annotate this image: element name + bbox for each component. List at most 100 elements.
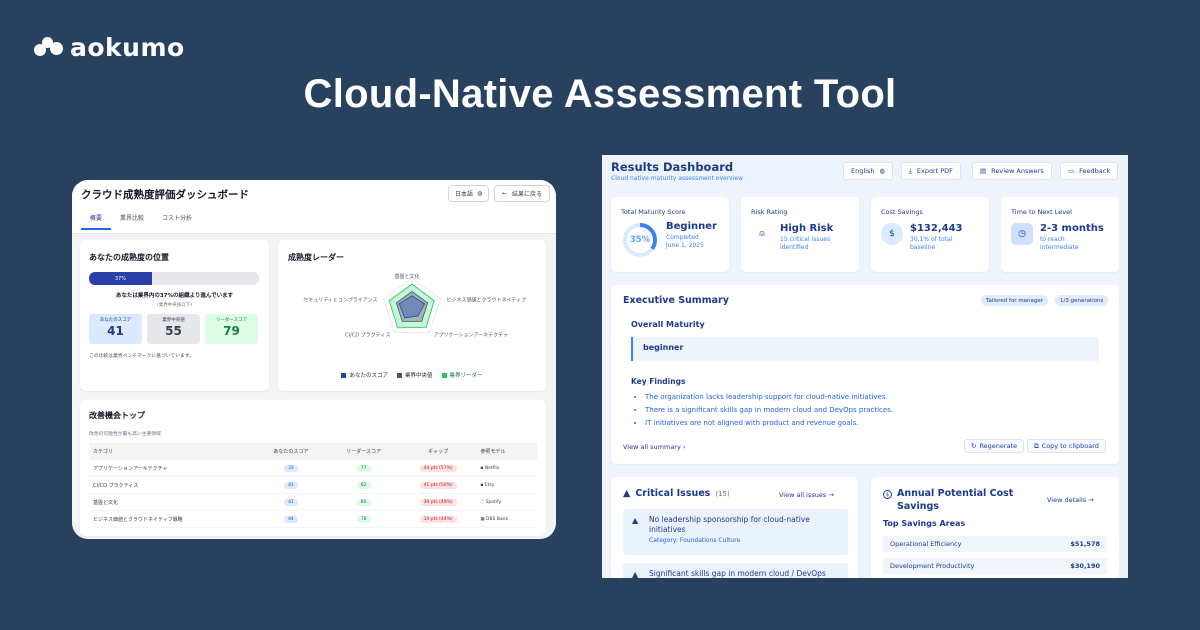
position-note: この比較は業界ベンチマークに基づいています。 [89, 354, 194, 359]
dollar-icon: $ [881, 223, 903, 245]
kpi-desc-line: to reach [1040, 236, 1065, 243]
your-score-chip: 44 [284, 515, 298, 523]
legend-item-industry[interactable]: 業界中央値 [396, 371, 433, 379]
issue-title: No leadership sponsorship for cloud-nati… [649, 515, 810, 534]
kpi-desc: 30.1% of total baseline [910, 236, 963, 253]
leader-score-chip: 82 [356, 481, 371, 489]
kpi-maturity-card: Total Maturity Score 35% Beginner Comple… [611, 197, 729, 272]
leader-score-chip: 78 [356, 515, 371, 523]
jp-back-label: 結果に戻る [512, 191, 543, 198]
score-value: 41 [107, 324, 124, 338]
radar-axis-label: セキュリティとコンプライアンス [303, 298, 377, 304]
kpi-desc-line: 30.1% of total [910, 236, 953, 243]
kpi-desc-line: June 1, 2025 [666, 242, 704, 250]
copy-label: Copy to clipboard [1041, 442, 1099, 450]
kpi-value: $132,443 [910, 223, 963, 234]
reference-icon: ▪ [480, 482, 484, 488]
generations-chip: 1/3 generations [1055, 295, 1109, 306]
radar-axis-label: 基盤と文化 [394, 273, 419, 280]
opportunities-panel: 改善機会トップ 改善の可能性が最も高い主要領域 カテゴリ あなたのスコア リーダ… [80, 400, 546, 536]
annual-savings-panel: $ Annual Potential Cost Savings View det… [871, 477, 1119, 578]
tab-overview[interactable]: 概要 [81, 211, 112, 230]
savings-area-amount: $30,190 [1070, 562, 1100, 570]
your-score-chip: 33 [284, 464, 298, 472]
reference-model: Etsy [484, 482, 495, 488]
savings-area-amount: $51,578 [1070, 540, 1100, 548]
your-score-chip: 41 [284, 498, 298, 506]
critical-issues-panel: ▲ Critical Issues (15) View all issues →… [611, 477, 858, 578]
position-sub: (業界中央値以下) [156, 303, 192, 308]
radar-title: 成熟度レーダー [288, 253, 344, 262]
kpi-time-card: Time to Next Level ◷ 2-3 months to reach… [1001, 197, 1119, 272]
jp-back-button[interactable]: ← 結果に戻る [494, 185, 551, 202]
feedback-button[interactable]: ▭ Feedback [1060, 162, 1119, 180]
table-row: 基盤と文化 41 80 39 pts (49%) ◌ Spotify [89, 493, 537, 511]
legend-label: 業界中央値 [404, 373, 433, 379]
legend-item-leader[interactable]: 業界リーダー [441, 371, 483, 379]
jp-language-label: 日本語 [455, 191, 474, 198]
radar-legend: あなたのスコア 業界中央値 業界リーダー [278, 371, 546, 379]
table-row: ビジネス価値とクラウドネイティブ戦略 44 78 34 pts (44%) ▦ … [89, 510, 537, 528]
score-row: あなたのスコア 41 業界中央値 55 リーダースコア 79 [89, 314, 260, 344]
kpi-desc: Completed June 1, 2025 [666, 234, 717, 251]
column-header: 参照モデル [476, 443, 537, 460]
refresh-icon: ↻ [971, 442, 977, 450]
radar-axis-label: CI/CD プラクティス [345, 332, 390, 338]
list-item[interactable]: ▲ No leadership sponsorship for cloud-na… [623, 509, 848, 555]
column-header: カテゴリ [89, 443, 255, 460]
score-value: 55 [165, 324, 182, 338]
export-pdf-button[interactable]: ⤓ Export PDF [901, 162, 961, 180]
category-cell: アプリケーションアーキテクチャ [89, 460, 255, 477]
tab-cost[interactable]: コスト分析 [153, 211, 201, 230]
clock-icon: ◷ [1011, 223, 1033, 245]
copy-clipboard-button[interactable]: ⧉ Copy to clipboard [1027, 439, 1106, 453]
top-savings-title: Top Savings Areas [883, 519, 966, 528]
kpi-value: High Risk [780, 223, 834, 234]
view-all-issues-label: View all issues [779, 491, 827, 499]
kpi-desc-line: 15 critical issues [780, 236, 831, 243]
kpi-label: Risk Rating [751, 208, 788, 216]
kpi-desc-line: identified [780, 244, 809, 252]
column-header: リーダースコア [327, 443, 400, 460]
jp-language-button[interactable]: 日本語 ◍ [448, 185, 490, 202]
table-row: CI/CD プラクティス 41 82 41 pts (50%) ▪ Etsy [89, 476, 537, 494]
table-row: Development Productivity $30,190 [883, 558, 1107, 574]
opportunities-title: 改善機会トップ [89, 411, 145, 420]
issue-title: Significant skills gap in modern cloud /… [649, 569, 826, 578]
position-headline: あなたは業界内の37%の組織より進んでいます [115, 293, 234, 299]
feedback-label: Feedback [1079, 167, 1111, 175]
view-details-link[interactable]: View details → [1047, 496, 1094, 504]
savings-area-name: Development Productivity [890, 562, 975, 570]
jp-header: クラウド成熟度評価ダッシュボード 日本語 ◍ ← 結果に戻る 概要 業界比較 コ… [72, 180, 556, 234]
tab-industry[interactable]: 業界比較 [111, 211, 153, 230]
legend-label: あなたのスコア [349, 373, 388, 379]
review-answers-button[interactable]: ▤ Review Answers [972, 162, 1052, 180]
rd-page-title: Results Dashboard [611, 160, 734, 174]
language-label: English [851, 167, 875, 175]
rd-page-subtitle: Cloud native maturity assessment overvie… [611, 175, 743, 182]
arrow-left-icon: ← [502, 190, 508, 197]
savings-area-name: Operational Efficiency [890, 540, 962, 548]
position-progress-fill: 37% [89, 272, 152, 285]
gap-chip: 41 pts (50%) [419, 481, 457, 489]
list-item[interactable]: ▲ Significant skills gap in modern cloud… [623, 563, 848, 578]
position-progress-bar: 37% [89, 272, 259, 285]
chevron-right-icon: › [682, 443, 686, 451]
kpi-value: 2-3 months [1040, 223, 1104, 234]
legend-item-you[interactable]: あなたのスコア [341, 371, 388, 379]
column-header: あなたのスコア [254, 443, 328, 460]
tailored-chip: Tailored for manager [981, 295, 1049, 306]
jp-page-title: クラウド成熟度評価ダッシュボード [81, 189, 249, 201]
leader-score-chip: 80 [356, 498, 371, 506]
kpi-desc-line: baseline [910, 244, 936, 252]
radar-axis-label: アプリケーションアーキテクチャ [434, 331, 509, 338]
reference-model: Netflix [484, 465, 500, 471]
view-all-issues-link[interactable]: View all issues → [779, 491, 834, 499]
regenerate-button[interactable]: ↻ Regenerate [964, 439, 1025, 453]
overall-maturity-title: Overall Maturity [631, 320, 705, 329]
reference-icon: ◌ [480, 499, 485, 505]
language-button[interactable]: English ◍ [843, 162, 894, 180]
score-box-industry: 業界中央値 55 [147, 314, 200, 344]
view-all-summary-link[interactable]: View all summary › [623, 443, 686, 451]
kpi-desc-line: intermediate [1040, 244, 1079, 252]
